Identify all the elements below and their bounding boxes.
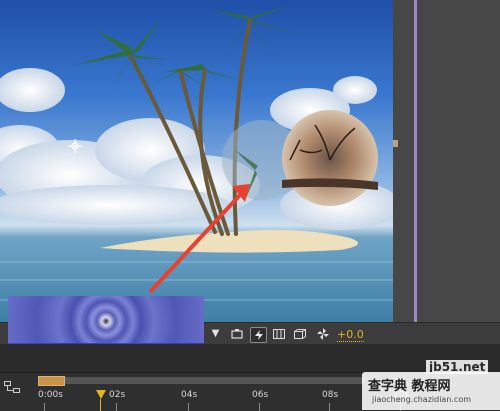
work-area-bar[interactable] (38, 377, 365, 384)
exposure-value[interactable]: +0.0 (337, 328, 364, 342)
tick-label: 0:00s (38, 390, 63, 400)
composition-panel (0, 0, 500, 322)
playhead-line (100, 399, 101, 411)
comp-flowchart-icon[interactable] (4, 381, 20, 393)
transparency-grid-icon[interactable] (271, 327, 286, 341)
work-area-start-handle[interactable] (38, 376, 65, 386)
panel-divider (414, 0, 417, 322)
timeline-header (0, 344, 500, 372)
panel-resize-handle[interactable] (393, 140, 398, 147)
watermark-title: 查字典 教程网 (368, 379, 451, 394)
snapshot-icon[interactable] (229, 327, 244, 341)
composition-viewer[interactable] (0, 0, 393, 322)
watermark-url: jiaocheng.chazidian.com (372, 395, 472, 404)
3d-view-icon[interactable] (292, 327, 307, 341)
scene-illustration (0, 5, 393, 322)
tick-label: 04s (181, 390, 198, 400)
dropdown-arrow-icon[interactable]: ▼ (208, 327, 223, 341)
tick-label: 08s (322, 390, 339, 400)
motion-blur-icon[interactable] (315, 327, 330, 341)
cloud-left (0, 68, 260, 225)
tick-label: 02s (109, 390, 126, 400)
fast-preview-icon[interactable] (250, 327, 267, 343)
playhead-icon[interactable] (96, 390, 106, 399)
viewer-side-panel (393, 0, 500, 322)
tick-label: 06s (252, 390, 269, 400)
watermark: 查字典 教程网 jiaocheng.chazidian.com (362, 372, 500, 410)
